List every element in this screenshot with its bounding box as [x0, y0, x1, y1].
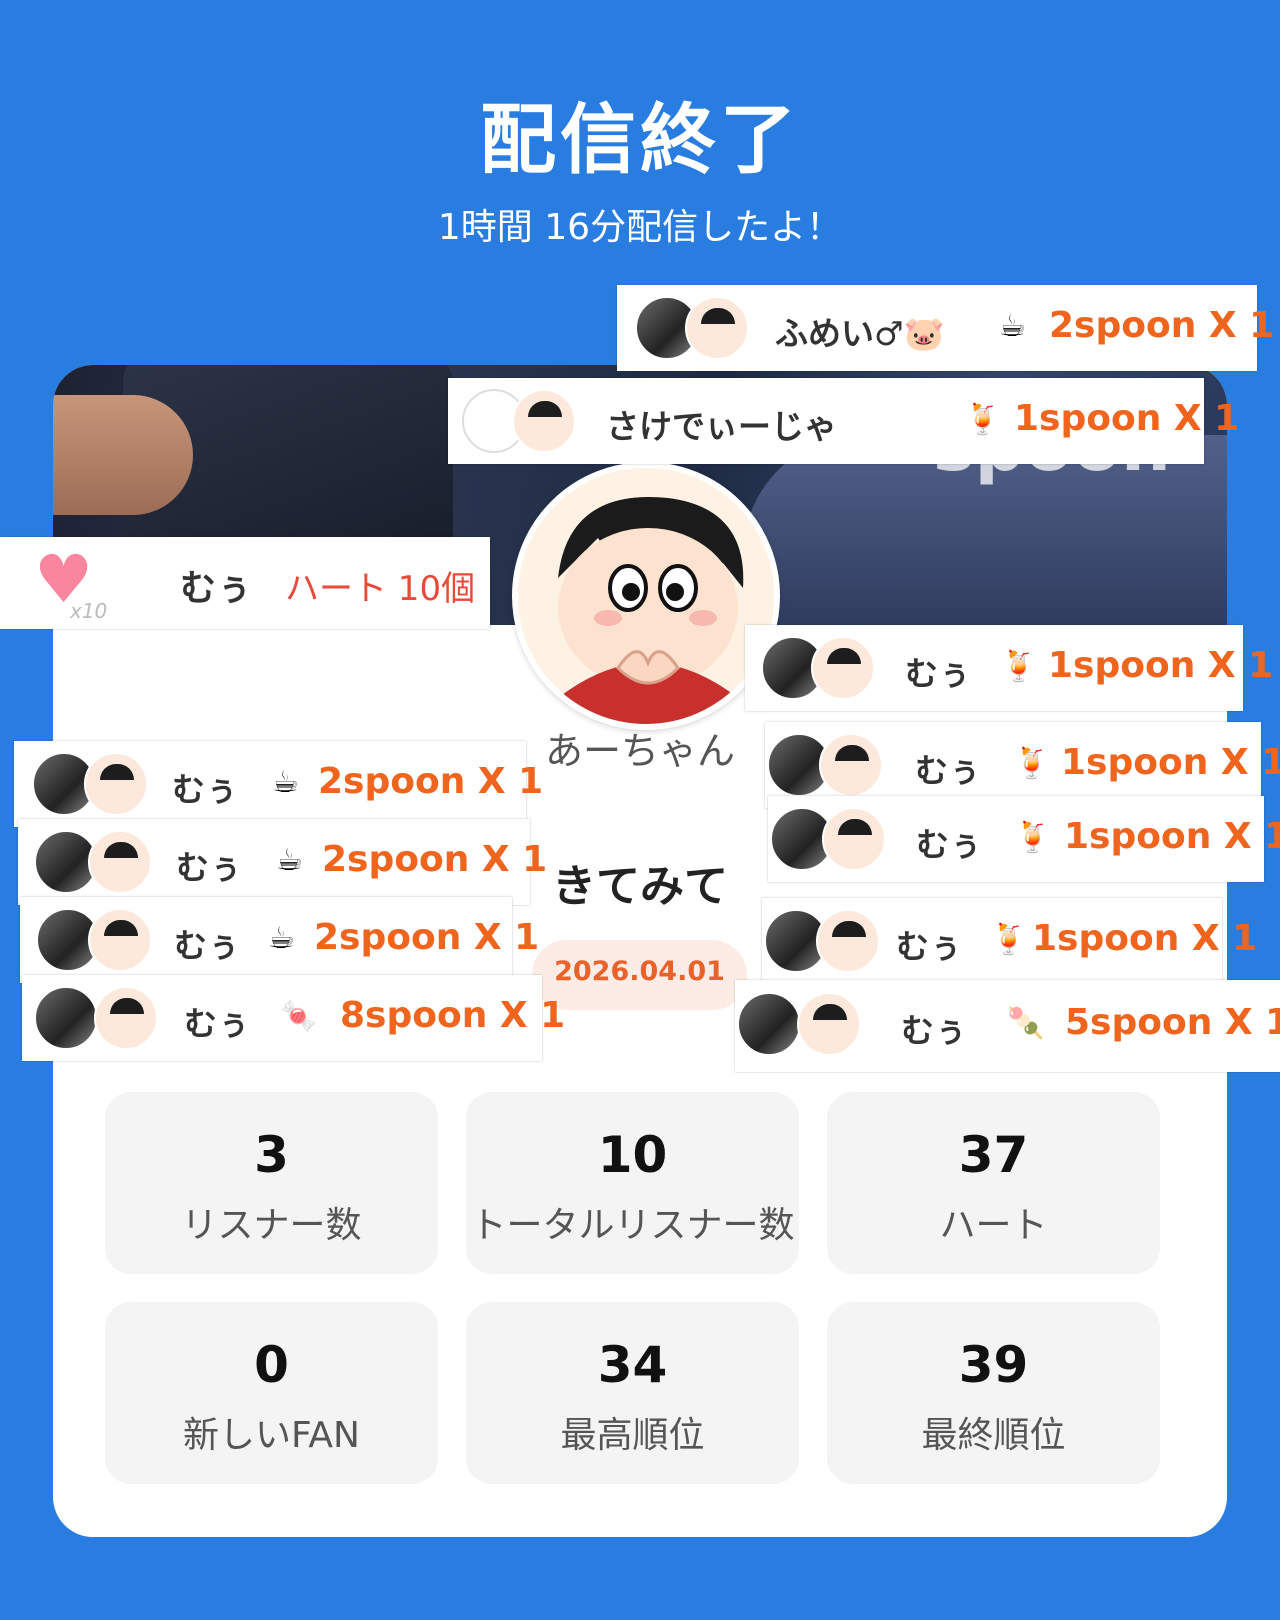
stat-new-fans: 0 新しいFAN: [105, 1302, 438, 1484]
user-avatar: [797, 992, 861, 1056]
stat-value: 34: [597, 1336, 668, 1394]
coffee-icon: ☕: [999, 309, 1026, 344]
user-avatar: [34, 986, 98, 1050]
drink-icon: 🍹: [1013, 746, 1051, 781]
user-avatar: [737, 992, 801, 1056]
gift-notification: むぅ ☕ 2spoon X 1: [20, 897, 539, 983]
user-avatar: [512, 389, 576, 453]
gift-user-name: むぅ: [180, 568, 253, 609]
coffee-icon: ☕: [276, 843, 303, 878]
gift-user-name: さけでぃーじゃ: [606, 407, 837, 446]
gift-amount: 2spoon X 1: [1049, 305, 1275, 346]
heart-gift-notification: ♥ x10 むぅ ハート 10個: [0, 537, 490, 629]
stat-label: トータルリスナー数: [470, 1205, 795, 1246]
gift-user-name: ふめい♂🐷: [775, 314, 945, 353]
avatar-illustration: [518, 468, 774, 724]
gift-user-name: むぅ: [915, 751, 981, 790]
gift-notification: ふめい♂🐷 ☕ 2spoon X 1: [617, 285, 1274, 371]
stat-label: 最高順位: [560, 1415, 705, 1456]
gift-user-name: むぅ: [901, 1011, 967, 1050]
stat-value: 0: [254, 1336, 289, 1394]
heart-count: ハート 10個: [285, 569, 476, 609]
gift-notification: むぅ 🍹 1spoon X 1: [745, 625, 1273, 711]
gift-amount: 2spoon X 1: [322, 839, 548, 880]
gift-amount: 1spoon X 1: [1032, 918, 1258, 959]
candy-icon: 🍬: [280, 999, 318, 1034]
gift-amount: 1spoon X 1: [1048, 645, 1274, 686]
hand-shape: [53, 395, 193, 515]
gift-user-name: むぅ: [176, 848, 242, 887]
drink-icon: 🍹: [1014, 820, 1052, 855]
stat-hearts: 37 ハート: [827, 1092, 1160, 1274]
duration-text: 1時間 16分配信したよ！: [437, 207, 843, 248]
gift-notification: むぅ ☕ 2spoon X 1: [14, 741, 543, 827]
page-title: 配信終了: [480, 95, 800, 184]
gift-amount: 1spoon X 1: [1061, 742, 1280, 783]
stat-label: ハート: [939, 1205, 1048, 1246]
gift-notification: むぅ 🍡 5spoon X 1: [735, 980, 1280, 1072]
dango-icon: 🍡: [1007, 1006, 1045, 1041]
coffee-icon: ☕: [272, 765, 299, 800]
user-avatar: [88, 830, 152, 894]
user-avatar: [816, 909, 880, 973]
stat-listeners: 3 リスナー数: [105, 1092, 438, 1274]
gift-user-name: むぅ: [174, 926, 240, 965]
stat-label: リスナー数: [181, 1205, 362, 1246]
stat-value: 3: [254, 1126, 289, 1184]
stat-value: 10: [597, 1126, 668, 1184]
gift-amount: 2spoon X 1: [314, 917, 540, 958]
user-avatar: [94, 986, 158, 1050]
coffee-icon: ☕: [268, 921, 295, 956]
stat-total-listeners: 10 トータルリスナー数: [466, 1092, 799, 1274]
user-avatar: [819, 733, 883, 797]
gift-notification: むぅ ☕ 2spoon X 1: [18, 819, 547, 905]
stat-final-rank: 39 最終順位: [827, 1302, 1160, 1484]
host-avatar: [512, 462, 780, 730]
drink-icon: 🍹: [990, 922, 1028, 957]
user-avatar: [685, 296, 749, 360]
gift-user-name: むぅ: [916, 825, 982, 864]
stat-label: 最終順位: [921, 1415, 1066, 1456]
gift-notification: むぅ 🍬 8spoon X 1: [22, 975, 565, 1061]
gift-amount: 1spoon X 1: [1064, 816, 1280, 857]
gift-amount: 5spoon X 1: [1065, 1002, 1280, 1043]
gift-user-name: むぅ: [905, 654, 971, 693]
stats-grid: 3 リスナー数 10 トータルリスナー数 37 ハート 0 新しいFAN 34 …: [105, 1092, 1163, 1484]
gift-user-name: むぅ: [172, 770, 238, 809]
user-avatar: [84, 752, 148, 816]
gift-amount: 1spoon X 1: [1014, 398, 1240, 439]
gift-notification: むぅ 🍹 1spoon X 1: [762, 898, 1257, 984]
gift-user-name: むぅ: [184, 1004, 250, 1043]
heart-multiplier: x10: [70, 599, 108, 623]
gift-notification: むぅ 🍹 1spoon X 1: [768, 796, 1280, 882]
gift-amount: 8spoon X 1: [340, 995, 566, 1036]
stat-highest-rank: 34 最高順位: [466, 1302, 799, 1484]
stat-label: 新しいFAN: [183, 1415, 360, 1456]
drink-icon: 🍹: [1000, 649, 1038, 684]
gift-notification: さけでぃーじゃ 🍹 1spoon X 1: [448, 378, 1239, 464]
gift-user-name: むぅ: [896, 927, 962, 966]
drink-icon: 🍹: [964, 402, 1002, 437]
stat-value: 37: [958, 1126, 1029, 1184]
user-avatar: [88, 908, 152, 972]
gift-amount: 2spoon X 1: [318, 761, 544, 802]
stat-value: 39: [958, 1336, 1029, 1394]
user-avatar: [822, 807, 886, 871]
user-avatar: [811, 636, 875, 700]
